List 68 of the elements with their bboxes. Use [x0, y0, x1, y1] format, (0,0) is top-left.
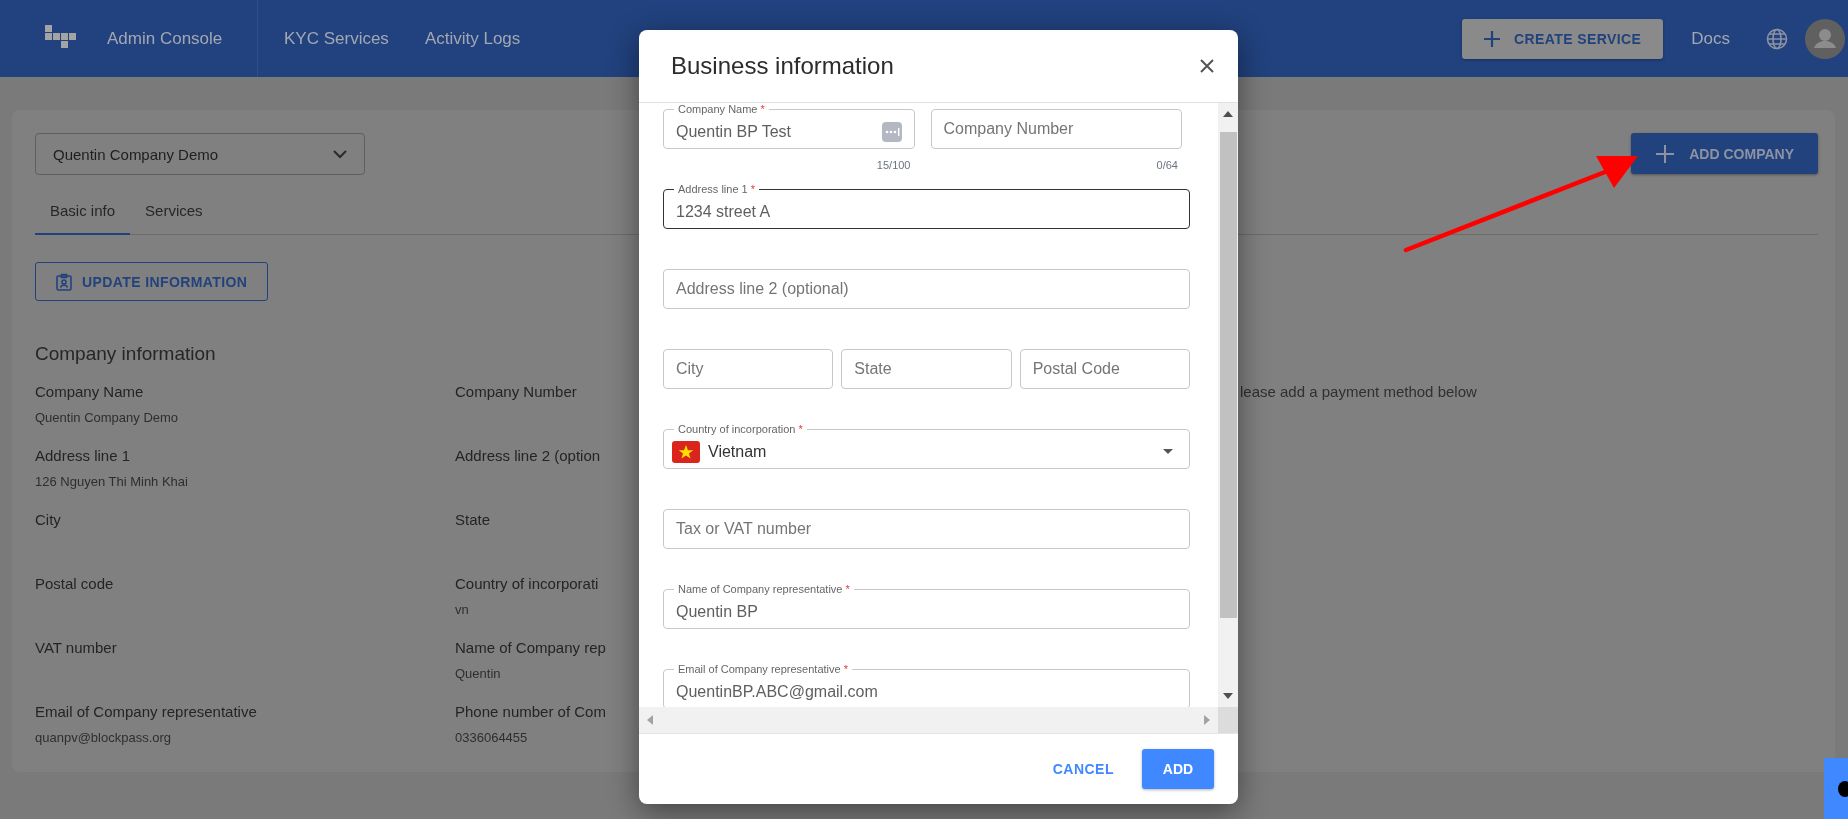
chat-bubble-icon [1838, 780, 1848, 797]
company-select[interactable]: Quentin Company Demo [35, 133, 365, 175]
field-label: Email of Company representative * [677, 663, 849, 675]
vertical-scrollbar[interactable] [1218, 103, 1238, 707]
add-company-button[interactable]: ADD COMPANY [1631, 133, 1818, 174]
id-badge-icon [56, 272, 72, 291]
add-button[interactable]: ADD [1142, 749, 1214, 789]
field-label: City [35, 511, 61, 528]
field-label: Address line 1 * [677, 183, 757, 195]
text-field[interactable]: Company Name * Quentin BP Test [663, 103, 915, 149]
text-field[interactable]: Postal Code [1019, 349, 1190, 389]
chat-widget-button[interactable] [1824, 758, 1848, 819]
country-select[interactable]: Country of incorporation * Vietnam [663, 423, 1190, 469]
field-label: Country of incorporation * [677, 423, 804, 435]
text-field[interactable]: Address line 2 (optional) [663, 269, 1190, 309]
field-label: Postal code [35, 575, 114, 592]
scroll-up-icon[interactable] [1223, 111, 1233, 117]
tab[interactable]: Services [130, 190, 218, 235]
plus-icon [1655, 143, 1676, 164]
text-field[interactable]: Name of Company representative * Quentin BP [663, 583, 1190, 629]
text-field[interactable]: Address line 1 * 1234 street A [663, 183, 1190, 229]
nav-link[interactable]: KYC Services [284, 28, 389, 49]
text-field[interactable]: State [841, 349, 1012, 389]
update-information-button[interactable]: UPDATE INFORMATION [35, 262, 269, 301]
tab[interactable]: Basic info [35, 190, 131, 235]
field-label: Address line 2 (option [455, 447, 601, 464]
field-label: Email of Company representative [35, 703, 257, 720]
text-field[interactable]: Tax or VAT number [663, 509, 1190, 549]
field-value: 0336064455 [455, 730, 528, 745]
text-field[interactable]: Company Number [930, 109, 1182, 149]
avatar-icon[interactable] [1805, 18, 1845, 59]
docs-link[interactable]: Docs [1691, 28, 1730, 49]
char-counter: 15/100 [875, 159, 912, 171]
field-label: Name of Company representative * [677, 583, 851, 595]
scroll-left-icon[interactable] [647, 715, 653, 725]
text-field[interactable]: City [663, 349, 834, 389]
scroll-right-icon[interactable] [1204, 715, 1210, 725]
field-label: VAT number [35, 639, 117, 656]
field-label: Company Name * [677, 103, 766, 115]
field-value: vn [455, 602, 469, 617]
field-label: Country of incorporati [455, 575, 599, 592]
field-value: quanpv@blockpass.org [35, 730, 172, 745]
dropdown-caret-icon [1163, 449, 1173, 454]
field-label: Company Number [455, 383, 577, 400]
field-value: Quentin Company Demo [35, 410, 179, 425]
dialog-title: Business information [671, 52, 894, 80]
globe-icon[interactable] [1766, 27, 1788, 50]
plus-icon [1482, 28, 1503, 49]
section-title: Company information [35, 343, 217, 365]
nav-link[interactable]: Activity Logs [424, 28, 521, 49]
scroll-down-icon[interactable] [1223, 693, 1233, 699]
notice-text: lease add a payment method below [1240, 383, 1477, 400]
field-value: Quentin [455, 666, 501, 681]
flag-icon [672, 440, 700, 463]
field-label: Address line 1 [35, 447, 131, 464]
field-label: State [455, 511, 491, 528]
create-service-button[interactable]: CREATE SERVICE [1462, 18, 1664, 59]
field-label: Phone number of Com [455, 703, 606, 720]
horizontal-scrollbar[interactable] [639, 707, 1218, 733]
autofill-icon[interactable] [881, 121, 902, 142]
field-label: Name of Company rep [455, 639, 606, 656]
app-title: Admin Console [107, 28, 223, 49]
field-label: Company Name [35, 383, 144, 400]
cancel-button[interactable]: CANCEL [1046, 753, 1120, 785]
chevron-down-icon [333, 149, 347, 159]
field-value: 126 Nguyen Thi Minh Khai [35, 474, 188, 489]
char-counter: 0/64 [1155, 159, 1179, 171]
close-icon[interactable] [1199, 58, 1215, 74]
